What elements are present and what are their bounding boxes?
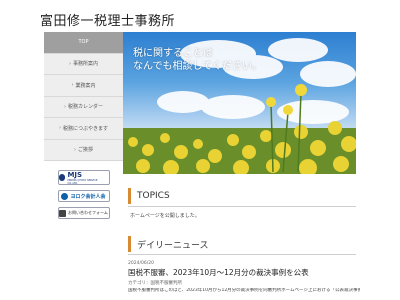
hero-line-1: 税に関することは bbox=[133, 48, 213, 59]
mjs-banner-label: MJS bbox=[67, 170, 83, 179]
news-title-link[interactable]: 国税不服審、2023年10月～12月分の裁決事例を公表 bbox=[128, 267, 309, 278]
mjs-banner-sub: MIROKU JYOHO SERVICE CO.,LTD. bbox=[67, 178, 98, 185]
nav-item-top[interactable]: TOP bbox=[44, 32, 123, 54]
association-banner-label: ヨロク会計人会 bbox=[70, 193, 106, 200]
nav-item-greeting[interactable]: › ご挨拶 bbox=[44, 139, 123, 161]
hero-line-2: なんでも相談してください。 bbox=[133, 61, 262, 72]
accent-bar bbox=[128, 188, 131, 204]
nav-item-label: 事務所案内 bbox=[72, 61, 98, 68]
nav-item-label: TOP bbox=[78, 39, 89, 46]
accountants-association-banner[interactable]: ヨロク会計人会 bbox=[57, 190, 110, 202]
contact-banner-label: お問い合わせフォーム bbox=[68, 210, 108, 215]
nav-item-tax-blog[interactable]: › 税務につぶやきます bbox=[44, 118, 123, 140]
topics-heading: TOPICS bbox=[128, 188, 356, 204]
news-date: 2024/06/20 bbox=[128, 261, 154, 266]
nav-item-services[interactable]: › 業務案内 bbox=[44, 75, 123, 97]
divider bbox=[128, 254, 356, 255]
nav-item-label: ご挨拶 bbox=[77, 147, 93, 154]
nav-item-label: 税務につぶやきます bbox=[62, 125, 108, 132]
mail-icon bbox=[59, 209, 67, 217]
chevron-right-icon: › bbox=[68, 60, 71, 67]
news-heading: デイリーニュース bbox=[128, 236, 356, 252]
association-logo-icon bbox=[61, 192, 69, 200]
mjs-banner[interactable]: MJS MIROKU JYOHO SERVICE CO.,LTD. bbox=[57, 170, 110, 185]
topics-item: ホームページを公開しました。 bbox=[130, 213, 200, 219]
divider bbox=[128, 206, 356, 207]
chevron-right-icon: › bbox=[71, 82, 74, 89]
hero-tagline: 税に関することは なんでも相談してください。 bbox=[133, 47, 262, 73]
mjs-logo-icon bbox=[58, 174, 66, 181]
hero-image: 税に関することは なんでも相談してください。 bbox=[123, 32, 356, 174]
chevron-right-icon: › bbox=[63, 103, 66, 110]
news-heading-label: デイリーニュース bbox=[137, 240, 209, 251]
site-title[interactable]: 富田修一税理士事務所 bbox=[40, 10, 175, 29]
topics-heading-label: TOPICS bbox=[137, 191, 170, 201]
chevron-right-icon: › bbox=[73, 146, 76, 153]
nav-item-office[interactable]: › 事務所案内 bbox=[44, 53, 123, 75]
nav-item-tax-calendar[interactable]: › 税務カレンダー bbox=[44, 96, 123, 118]
sidebar-nav: TOP › 事務所案内 › 業務案内 › 税務カレンダー › 税務につぶやきます… bbox=[44, 32, 123, 219]
news-category: カテゴリ：国税不服審判所 bbox=[128, 281, 182, 286]
accent-bar bbox=[128, 236, 131, 252]
contact-form-banner[interactable]: お問い合わせフォーム bbox=[57, 207, 110, 219]
chevron-right-icon: › bbox=[58, 125, 61, 132]
news-excerpt: 国税不服審判所はこのほど、2023年10月から12月分の裁決事例を同審判所ホーム… bbox=[128, 288, 360, 293]
nav-item-label: 業務案内 bbox=[75, 82, 96, 89]
nav-item-label: 税務カレンダー bbox=[67, 104, 103, 111]
